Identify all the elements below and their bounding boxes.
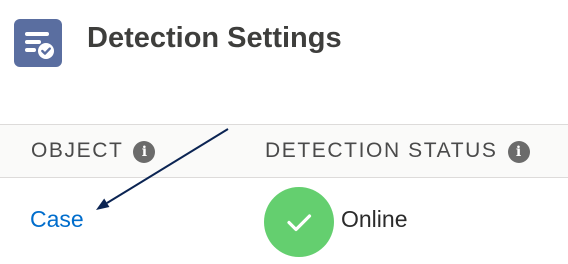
object-link-case[interactable]: Case (30, 206, 84, 233)
info-icon[interactable]: i (133, 141, 156, 163)
page-header: Detection Settings (0, 0, 568, 90)
column-header-object-label: OBJECT (31, 139, 124, 162)
table-header-row: OBJECT i DETECTION STATUS i (0, 124, 568, 178)
detection-settings-page: Detection Settings OBJECT i DETECTION STA… (0, 0, 568, 264)
info-icon[interactable]: i (507, 141, 530, 163)
status-text: Online (341, 206, 408, 232)
column-header-detection-status-label: DETECTION STATUS (265, 139, 498, 162)
page-title: Detection Settings (87, 22, 342, 54)
check-icon (264, 187, 334, 257)
settings-list-check-icon (14, 19, 62, 67)
column-header-object: OBJECT i (31, 139, 156, 163)
column-header-detection-status: DETECTION STATUS i (265, 139, 530, 163)
table-row: Case Online (0, 176, 568, 264)
